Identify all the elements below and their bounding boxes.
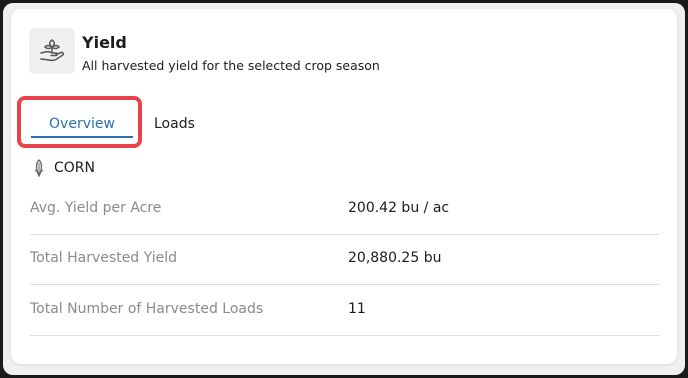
stat-value: 200.42 bu / ac — [348, 200, 450, 216]
stat-value: 20,880.25 bu — [348, 250, 442, 266]
crop-name: CORN — [54, 160, 95, 176]
card-subtitle: All harvested yield for the selected cro… — [82, 58, 380, 73]
stat-value: 11 — [348, 301, 366, 317]
card-title: Yield — [82, 33, 127, 52]
active-tab-indicator — [31, 136, 133, 138]
stat-row-total-loads: Total Number of Harvested Loads 11 — [30, 285, 659, 336]
stat-label: Total Harvested Yield — [30, 250, 177, 266]
stat-row-avg-yield: Avg. Yield per Acre 200.42 bu / ac — [30, 184, 659, 235]
stat-label: Total Number of Harvested Loads — [30, 301, 264, 317]
stat-row-total-yield: Total Harvested Yield 20,880.25 bu — [30, 234, 659, 285]
yield-icon-box — [29, 28, 75, 74]
tab-loads[interactable]: Loads — [154, 113, 195, 135]
stat-label: Avg. Yield per Acre — [30, 200, 162, 216]
harvest-hand-icon — [40, 39, 64, 62]
corn-icon — [34, 159, 44, 177]
